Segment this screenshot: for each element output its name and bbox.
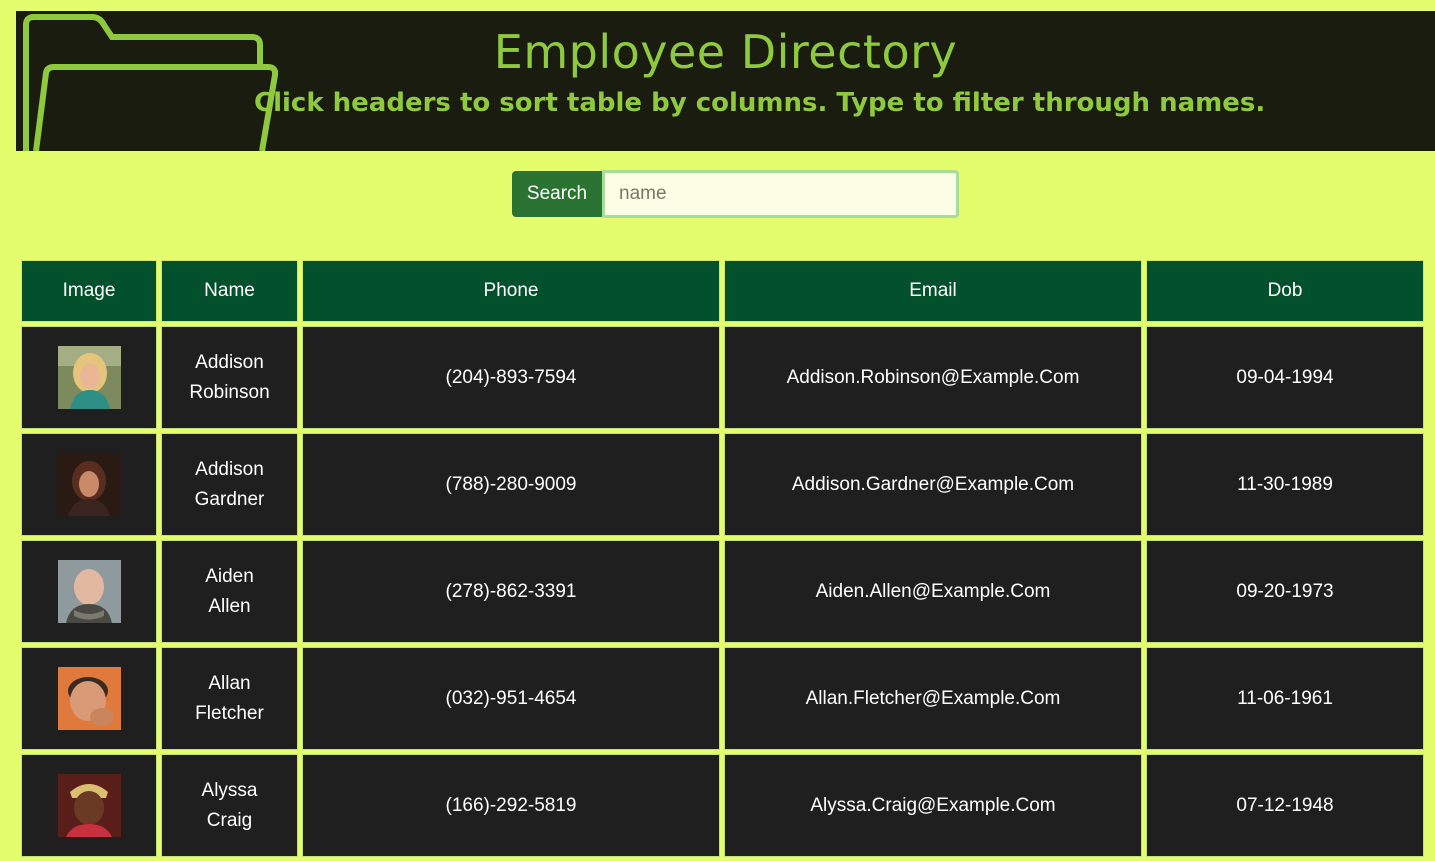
last-name: Robinson xyxy=(189,381,270,403)
avatar xyxy=(57,453,121,516)
last-name: Allen xyxy=(208,595,251,617)
table-row: Addison Robinson (204)-893-7594 Addison.… xyxy=(21,326,1424,429)
image-cell xyxy=(21,754,157,857)
page-header: Employee Directory Click headers to sort… xyxy=(16,11,1435,151)
search-input[interactable] xyxy=(602,170,959,218)
image-cell xyxy=(21,647,157,750)
column-header-image[interactable]: Image xyxy=(21,260,157,322)
dob-cell: 11-06-1961 xyxy=(1146,647,1424,750)
search-bar: Search xyxy=(512,170,959,218)
last-name: Craig xyxy=(206,809,253,831)
name-cell: Aiden Allen xyxy=(161,540,298,643)
last-name: Gardner xyxy=(194,488,265,510)
phone-cell: (204)-893-7594 xyxy=(302,326,720,429)
employee-table: Image Name Phone Email Dob Addison Robin… xyxy=(17,256,1428,861)
page-title: Employee Directory xyxy=(493,25,958,79)
email-cell: Alyssa.Craig@Example.Com xyxy=(724,754,1142,857)
dob-cell: 07-12-1948 xyxy=(1146,754,1424,857)
avatar xyxy=(57,346,121,409)
email-cell: Addison.Robinson@Example.Com xyxy=(724,326,1142,429)
first-name: Addison xyxy=(195,351,264,373)
name-cell: Alyssa Craig xyxy=(161,754,298,857)
image-cell xyxy=(21,326,157,429)
dob-cell: 09-04-1994 xyxy=(1146,326,1424,429)
name-cell: Addison Robinson xyxy=(161,326,298,429)
last-name: Fletcher xyxy=(195,702,264,724)
page-subtitle: Click headers to sort table by columns. … xyxy=(254,88,1266,118)
table-row: Allan Fletcher (032)-951-4654 Allan.Flet… xyxy=(21,647,1424,750)
dob-cell: 11-30-1989 xyxy=(1146,433,1424,536)
phone-cell: (788)-280-9009 xyxy=(302,433,720,536)
column-header-phone[interactable]: Phone xyxy=(302,260,720,322)
email-cell: Addison.Gardner@Example.Com xyxy=(724,433,1142,536)
table-row: Alyssa Craig (166)-292-5819 Alyssa.Craig… xyxy=(21,754,1424,857)
phone-cell: (032)-951-4654 xyxy=(302,647,720,750)
column-header-name[interactable]: Name xyxy=(161,260,298,322)
avatar xyxy=(57,667,121,730)
name-cell: Allan Fletcher xyxy=(161,647,298,750)
first-name: Aiden xyxy=(205,565,254,587)
avatar xyxy=(57,560,121,623)
phone-cell: (278)-862-3391 xyxy=(302,540,720,643)
column-header-email[interactable]: Email xyxy=(724,260,1142,322)
image-cell xyxy=(21,540,157,643)
phone-cell: (166)-292-5819 xyxy=(302,754,720,857)
table-row: Addison Gardner (788)-280-9009 Addison.G… xyxy=(21,433,1424,536)
first-name: Allan xyxy=(208,672,251,694)
email-cell: Allan.Fletcher@Example.Com xyxy=(724,647,1142,750)
name-cell: Addison Gardner xyxy=(161,433,298,536)
email-cell: Aiden.Allen@Example.Com xyxy=(724,540,1142,643)
avatar xyxy=(57,774,121,837)
first-name: Addison xyxy=(195,458,264,480)
dob-cell: 09-20-1973 xyxy=(1146,540,1424,643)
table-row: Aiden Allen (278)-862-3391 Aiden.Allen@E… xyxy=(21,540,1424,643)
image-cell xyxy=(21,433,157,536)
table-header-row: Image Name Phone Email Dob xyxy=(21,260,1424,322)
search-button[interactable]: Search xyxy=(512,171,602,217)
first-name: Alyssa xyxy=(201,779,258,801)
column-header-dob[interactable]: Dob xyxy=(1146,260,1424,322)
